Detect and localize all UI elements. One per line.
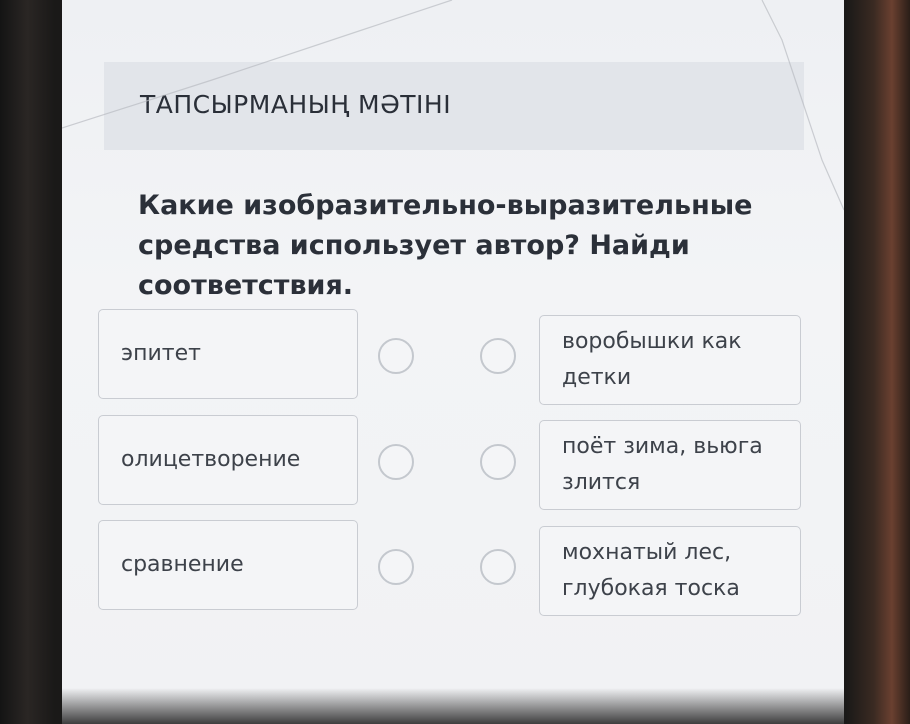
match-left-item[interactable]: эпитет: [98, 309, 358, 399]
match-left-radio[interactable]: [378, 549, 414, 585]
match-right-item[interactable]: воробышки как детки: [539, 315, 801, 405]
match-left-radio[interactable]: [378, 338, 414, 374]
match-right-item[interactable]: поёт зима, вьюга злится: [539, 420, 801, 510]
match-left-item[interactable]: сравнение: [98, 520, 358, 610]
page-title: ТАПСЫРМАНЫҢ МӘТІНІ: [140, 90, 452, 119]
match-left-radio[interactable]: [378, 444, 414, 480]
question-text: Какие изобразительно-выразительные средс…: [138, 190, 753, 301]
match-right-radio[interactable]: [480, 444, 516, 480]
screen: ТАПСЫРМАНЫҢ МӘТІНІ Какие изобразительно-…: [62, 0, 844, 724]
screen-bottom-shadow: [62, 688, 844, 724]
match-right-item[interactable]: мохнатый лес, глубокая тоска: [539, 526, 801, 616]
match-left-item[interactable]: олицетворение: [98, 415, 358, 505]
match-right-radio[interactable]: [480, 549, 516, 585]
match-right-radio[interactable]: [480, 338, 516, 374]
